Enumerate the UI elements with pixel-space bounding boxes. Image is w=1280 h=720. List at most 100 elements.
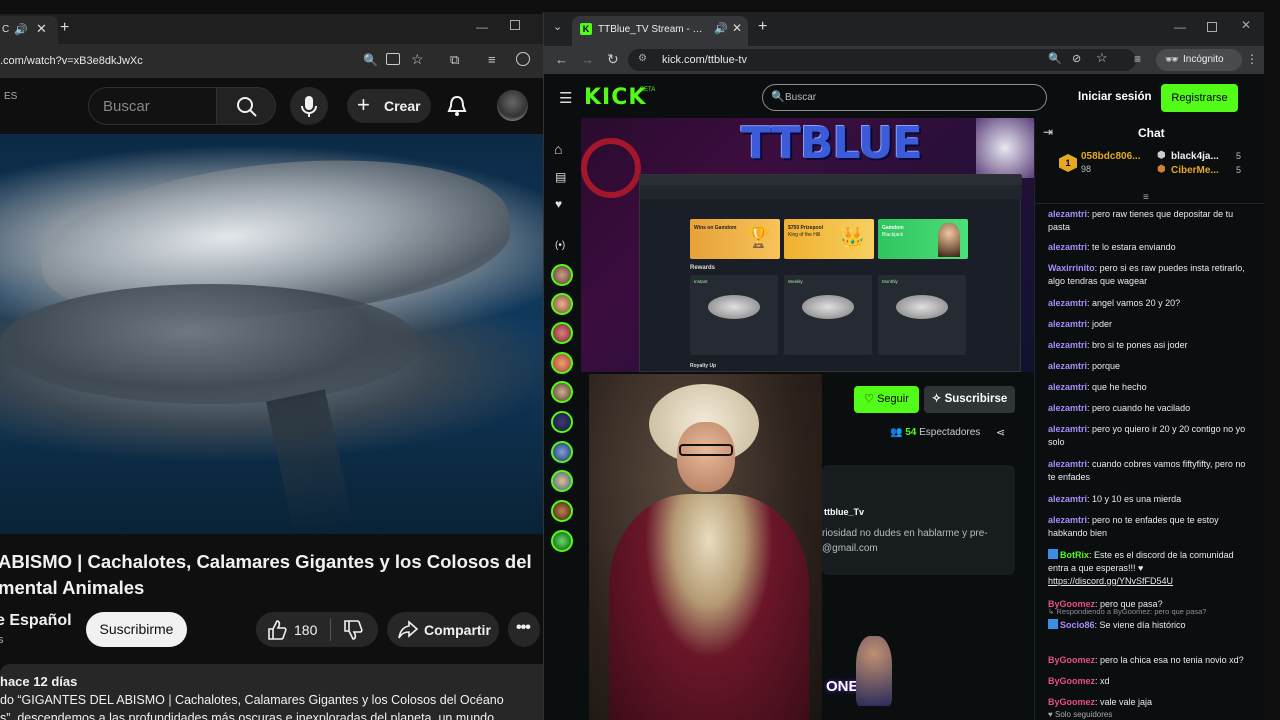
chat-username[interactable]: alezamtri bbox=[1048, 382, 1087, 392]
chat-link[interactable]: https://discord.gg/YNvSfFD54U bbox=[1048, 575, 1248, 588]
channel-avatar-2[interactable] bbox=[551, 293, 573, 315]
bookmark-star-icon[interactable]: ☆ bbox=[411, 51, 424, 68]
live-channels-icon[interactable]: (•) bbox=[555, 240, 565, 251]
channel-avatar-10[interactable] bbox=[551, 530, 573, 552]
stream-player[interactable]: TTBLUE Wins on Gamdom 🏆 $750 Prizepool K… bbox=[581, 118, 1034, 372]
maximize-icon[interactable] bbox=[1207, 22, 1217, 32]
chat-username[interactable]: alezamtri bbox=[1048, 361, 1087, 371]
profile-icon[interactable] bbox=[516, 52, 530, 66]
close-window-icon[interactable]: ✕ bbox=[1241, 18, 1251, 32]
browser-menu-icon[interactable]: ⋮ bbox=[1246, 52, 1258, 66]
share-button[interactable]: Compartir bbox=[387, 612, 499, 647]
kick-url-field[interactable]: ⚙ kick.com/ttblue-tv 🔍 ⊘ ☆ bbox=[628, 49, 1136, 71]
minimize-icon[interactable]: — bbox=[476, 20, 488, 34]
chat-username[interactable]: alezamtri bbox=[1048, 494, 1087, 504]
extensions-icon[interactable]: ⧉ bbox=[450, 52, 459, 68]
yt-search-input[interactable]: Buscar bbox=[88, 87, 216, 125]
media-control-icon[interactable]: ≡ bbox=[488, 52, 496, 67]
channel-avatar-4[interactable] bbox=[551, 352, 573, 374]
kick-tab-strip: ⌄ K TTBlue_TV Stream - Watch l 🔊 ✕ + — ✕ bbox=[544, 12, 1264, 46]
chat-username[interactable]: BotRix bbox=[1060, 550, 1089, 560]
new-tab-icon[interactable]: + bbox=[60, 19, 69, 37]
yt-search-button[interactable] bbox=[216, 87, 276, 125]
chat-username[interactable]: alezamtri bbox=[1048, 298, 1087, 308]
channel-avatar-5[interactable] bbox=[551, 381, 573, 403]
create-button[interactable]: + Crear bbox=[347, 89, 431, 123]
about-text-line2: @gmail.com bbox=[822, 543, 878, 554]
yt-subscribe-button[interactable]: Suscribirme bbox=[86, 612, 187, 647]
chat-username[interactable]: alezamtri bbox=[1048, 209, 1087, 219]
kick-search-input[interactable]: 🔍 Buscar bbox=[762, 84, 1047, 111]
chat-username[interactable]: alezamtri bbox=[1048, 403, 1087, 413]
following-heart-icon[interactable]: ♥ bbox=[555, 197, 562, 211]
maximize-icon[interactable] bbox=[510, 20, 520, 30]
chat-text: : pero cuando he vacilado bbox=[1087, 403, 1191, 413]
forward-icon[interactable]: → bbox=[581, 52, 594, 67]
user-avatar[interactable] bbox=[497, 90, 528, 121]
video-player[interactable] bbox=[0, 134, 543, 534]
tab-list-icon[interactable]: ⌄ bbox=[553, 20, 562, 33]
chat-username[interactable]: ByGoomez bbox=[1048, 697, 1095, 707]
chat-username[interactable]: alezamtri bbox=[1048, 319, 1087, 329]
voice-search-button[interactable] bbox=[290, 87, 328, 125]
register-button[interactable]: Registrarse bbox=[1161, 84, 1238, 112]
collapse-chat-icon[interactable]: ⇥ bbox=[1043, 125, 1053, 139]
home-icon[interactable]: ⌂ bbox=[554, 141, 562, 157]
expand-leaderboard-icon[interactable]: ≡ bbox=[1143, 192, 1149, 203]
incognito-badge[interactable]: 🕶 Incógnito bbox=[1156, 49, 1242, 71]
back-icon[interactable]: ← bbox=[555, 52, 568, 67]
description-line2: s”, descendemos a las profundidades más … bbox=[0, 711, 495, 720]
close-tab-icon[interactable]: ✕ bbox=[732, 21, 742, 35]
zoom-icon[interactable]: 🔍 bbox=[363, 53, 378, 67]
notifications-bell-icon[interactable] bbox=[447, 95, 467, 117]
chat-username[interactable]: alezamtri bbox=[1048, 242, 1087, 252]
chat-username[interactable]: Socio86 bbox=[1060, 620, 1095, 630]
bookmark-star-icon[interactable]: ☆ bbox=[1096, 50, 1108, 66]
tracking-off-icon[interactable]: ⊘ bbox=[1072, 52, 1081, 65]
zoom-icon[interactable]: 🔍 bbox=[1048, 52, 1062, 65]
share-icon[interactable]: ⋖ bbox=[996, 426, 1005, 439]
follow-button[interactable]: ♡ Seguir bbox=[854, 386, 919, 413]
viewers: 👥 54 Espectadores bbox=[890, 427, 980, 438]
channel-avatar-6[interactable] bbox=[551, 411, 573, 433]
chat-username[interactable]: alezamtri bbox=[1048, 340, 1087, 350]
chat-username[interactable]: ByGoomez bbox=[1048, 655, 1095, 665]
chat-username[interactable]: alezamtri bbox=[1048, 459, 1087, 469]
kick-logo[interactable]: KICK BETA bbox=[584, 85, 655, 110]
yt-url[interactable]: .com/watch?v=xB3e8dkJwXc bbox=[0, 55, 143, 67]
minimize-icon[interactable]: — bbox=[1174, 20, 1186, 34]
chat-text: : bro si te pones asi joder bbox=[1087, 340, 1188, 350]
channel-name[interactable]: e Español bbox=[0, 612, 72, 630]
kick-subscribe-button[interactable]: ✧ Suscribirse bbox=[924, 386, 1015, 413]
create-label: Crear bbox=[384, 98, 421, 114]
kick-tab[interactable]: K TTBlue_TV Stream - Watch l 🔊 ✕ bbox=[572, 16, 748, 46]
install-app-icon[interactable] bbox=[386, 53, 400, 65]
chat-username[interactable]: Waxirrinito bbox=[1048, 263, 1095, 273]
hamburger-menu-icon[interactable]: ☰ bbox=[559, 89, 572, 107]
description-box[interactable]: hace 12 días do “GIGANTES DEL ABISMO | C… bbox=[0, 664, 543, 720]
media-control-icon[interactable]: ≡ bbox=[1134, 52, 1141, 66]
chat-message: alezamtri: pero raw tienes que depositar… bbox=[1048, 208, 1248, 234]
channel-avatar-9[interactable] bbox=[551, 500, 573, 522]
chat-message: alezamtri: joder bbox=[1048, 318, 1248, 331]
chat-username[interactable]: alezamtri bbox=[1048, 424, 1087, 434]
chat-username[interactable]: alezamtri bbox=[1048, 515, 1087, 525]
thumbs-down-icon[interactable] bbox=[342, 619, 364, 641]
channel-avatar-1[interactable] bbox=[551, 264, 573, 286]
search-icon: 🔍 bbox=[771, 91, 785, 103]
channel-avatar-7[interactable] bbox=[551, 441, 573, 463]
close-tab-icon[interactable]: ✕ bbox=[36, 21, 47, 37]
yt-tab[interactable]: C 🔊 ✕ bbox=[0, 16, 58, 44]
more-actions-button[interactable]: ••• bbox=[508, 612, 540, 647]
site-info-icon[interactable]: ⚙ bbox=[638, 53, 647, 64]
new-tab-icon[interactable]: + bbox=[758, 18, 767, 36]
channel-avatar-8[interactable] bbox=[551, 470, 573, 492]
reload-icon[interactable]: ↻ bbox=[607, 51, 619, 68]
chat-username[interactable]: ByGoomez bbox=[1048, 676, 1095, 686]
panel-banner: ONES bbox=[822, 636, 902, 712]
channel-avatar-3[interactable] bbox=[551, 322, 573, 344]
login-button[interactable]: Iniciar sesión bbox=[1078, 91, 1152, 103]
thumbs-up-icon[interactable] bbox=[266, 619, 288, 641]
rank-1-badge: 1 bbox=[1059, 154, 1077, 172]
browse-icon[interactable]: ▤ bbox=[555, 170, 566, 184]
